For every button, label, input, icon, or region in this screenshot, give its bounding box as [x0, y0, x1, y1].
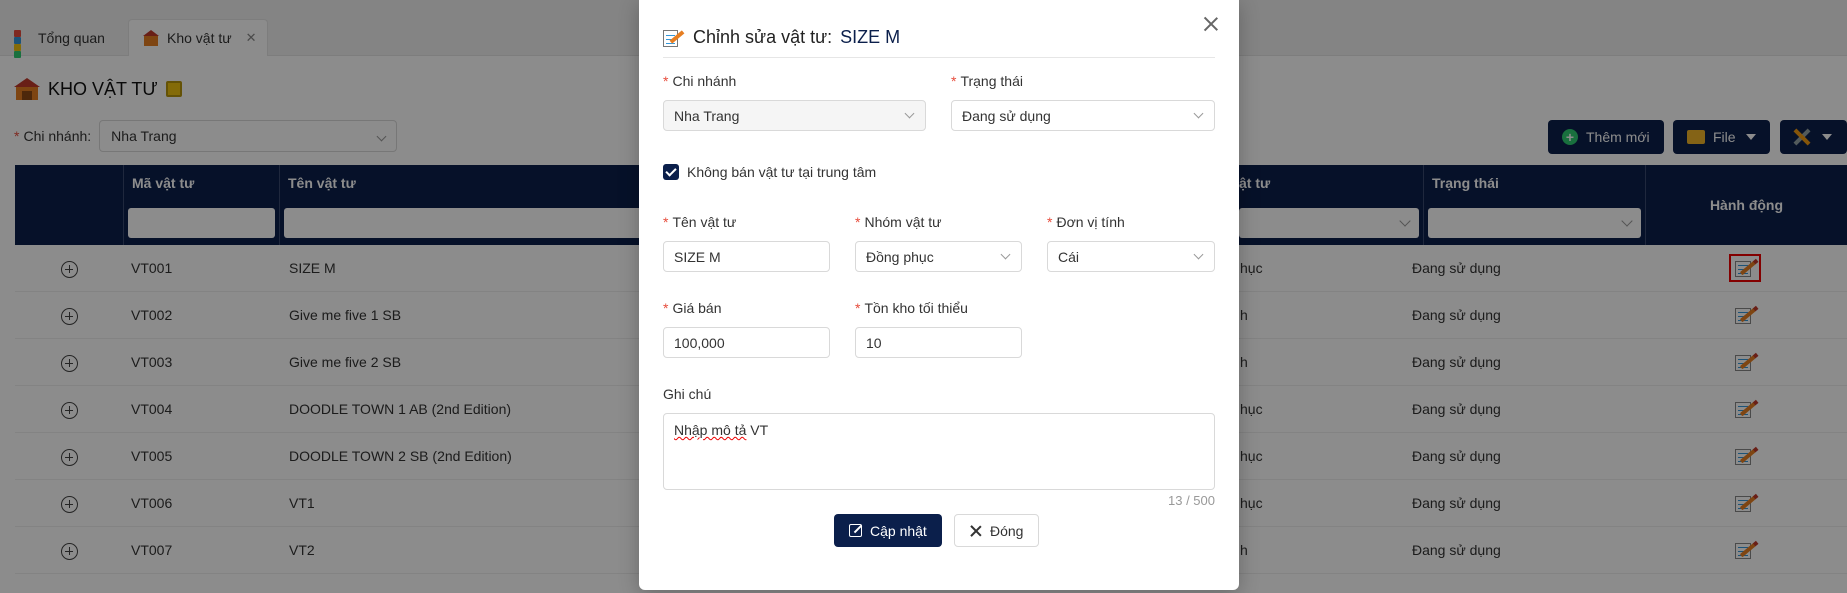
chevron-down-icon — [904, 108, 915, 119]
name-field-label: * Tên vật tư — [663, 214, 737, 230]
status-field[interactable]: Đang sử dụng — [951, 100, 1215, 131]
status-field-label: * Trạng thái — [951, 73, 1023, 89]
branch-field-label: * Chi nhánh — [663, 73, 737, 89]
chevron-down-icon — [1193, 249, 1204, 260]
close-button-label: Đóng — [990, 522, 1024, 539]
note-text-part: Nhập mô tả — [674, 422, 747, 438]
group-field-label: * Nhóm vật tư — [855, 214, 942, 230]
name-input-value: SIZE M — [674, 248, 721, 265]
memo-icon — [663, 28, 685, 48]
no-sell-checkbox-row[interactable]: Không bán vật tư tại trung tâm — [663, 164, 876, 180]
unit-select-value: Cái — [1058, 248, 1080, 265]
close-icon[interactable] — [1203, 16, 1219, 32]
close-button[interactable]: Đóng — [954, 514, 1040, 547]
modal-title-name: SIZE M — [840, 27, 901, 47]
group-select-value: Đồng phục — [866, 248, 934, 265]
chevron-down-icon — [1000, 249, 1011, 260]
unit-field-label: * Đơn vị tính — [1047, 214, 1125, 230]
update-button-label: Cập nhật — [870, 522, 927, 539]
edit-icon — [849, 524, 862, 537]
branch-field-value: Nha Trang — [674, 107, 740, 124]
close-icon — [970, 525, 982, 537]
note-field-label: Ghi chú — [663, 386, 712, 402]
status-field-value: Đang sử dụng — [962, 107, 1051, 124]
modal-header: Chỉnh sửa vật tư: SIZE M — [663, 18, 1215, 58]
price-field-label: * Giá bán — [663, 300, 722, 316]
update-button[interactable]: Cập nhật — [834, 514, 942, 547]
no-sell-label: Không bán vật tư tại trung tâm — [687, 164, 877, 180]
branch-field[interactable]: Nha Trang — [663, 100, 926, 131]
price-input-value: 100,000 — [674, 334, 725, 351]
edit-material-modal: Chỉnh sửa vật tư: SIZE M * Chi nhánh Nha … — [639, 0, 1239, 590]
min-stock-input-value: 10 — [866, 334, 882, 351]
min-stock-input[interactable]: 10 — [855, 327, 1022, 358]
price-input[interactable]: 100,000 — [663, 327, 830, 358]
unit-select[interactable]: Cái — [1047, 241, 1215, 272]
min-stock-field-label: * Tồn kho tối thiểu — [855, 300, 968, 316]
note-textarea[interactable]: Nhập mô tả VT — [663, 413, 1215, 490]
no-sell-checkbox[interactable] — [663, 164, 679, 180]
group-select[interactable]: Đồng phục — [855, 241, 1022, 272]
name-input[interactable]: SIZE M — [663, 241, 830, 272]
chevron-down-icon — [1193, 108, 1204, 119]
char-counter: 13 / 500 — [1168, 493, 1215, 508]
note-text-part: VT — [746, 422, 769, 438]
modal-title: Chỉnh sửa vật tư: — [693, 27, 833, 47]
